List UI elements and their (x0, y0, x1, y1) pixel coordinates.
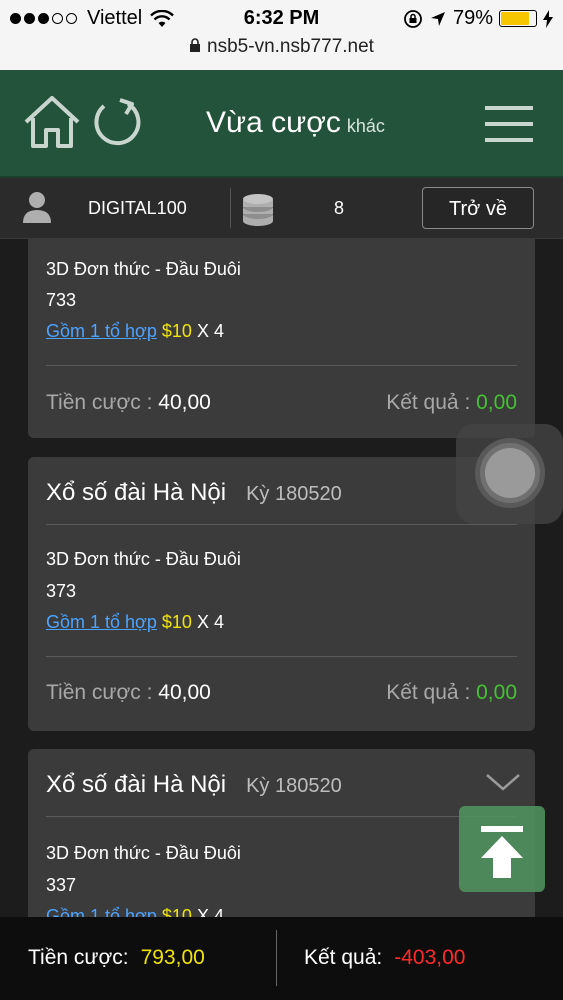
rotation-lock-icon (404, 9, 422, 28)
total-result: Kết quả: -403,00 (304, 946, 465, 970)
divider (46, 816, 517, 817)
period-label: Kỳ 180520 (246, 775, 342, 797)
bet-number: 733 (46, 290, 77, 310)
chevron-down-icon[interactable] (485, 771, 521, 793)
assistive-center (485, 448, 535, 498)
stake-group: Tiền cược : 40,00 (46, 681, 211, 704)
divider (276, 930, 277, 986)
combo-link[interactable]: Gồm 1 tổ hợp (46, 906, 157, 917)
page-title: Vừa cược khác (206, 106, 385, 140)
user-icon (23, 192, 51, 223)
bet-summary: Tiền cược : 40,00 Kết quả : 0,00 (46, 391, 517, 415)
username: DIGITAL100 (88, 198, 187, 218)
period-label: Kỳ 180520 (246, 483, 342, 505)
location-icon (430, 11, 445, 26)
combo-line: Gồm 1 tổ hợp $10 X 4 (46, 906, 224, 917)
battery-icon (499, 10, 537, 27)
page-subtitle: khác (346, 116, 385, 136)
bet-card: 3D Đơn thức - Đầu Đuôi 733 Gồm 1 tổ hợp … (28, 239, 535, 438)
stake-group: Tiền cược : 40,00 (46, 391, 211, 414)
address-bar[interactable]: nsb5-vn.nsb777.net (0, 36, 563, 58)
divider (46, 656, 517, 657)
battery-percent: 79% (452, 7, 493, 29)
bet-type: 3D Đơn thức - Đầu Đuôi (46, 549, 241, 569)
menu-icon[interactable] (485, 106, 533, 142)
multiplier: X 4 (196, 612, 224, 632)
result-group: Kết quả : 0,00 (386, 391, 517, 414)
lock-icon (190, 38, 201, 52)
charging-icon (543, 9, 553, 28)
unit-amount: $10 (161, 906, 192, 917)
divider (46, 365, 517, 366)
result-label: Kết quả (386, 391, 459, 414)
total-stake-value: 793,00 (140, 946, 205, 969)
app-header: Vừa cược khác (0, 70, 563, 178)
stake-label: Tiền cược (46, 391, 141, 414)
total-result-value: -403,00 (394, 946, 466, 969)
bet-summary: Tiền cược : 40,00 Kết quả : 0,00 (46, 681, 517, 705)
total-stake-label: Tiền cược: (28, 946, 129, 969)
combo-line: Gồm 1 tổ hợp $10 X 4 (46, 612, 224, 633)
card-header[interactable]: Xổ số đài Hà Nội Kỳ 180520 (46, 479, 342, 507)
account-bar: DIGITAL100 8 Trở về (0, 178, 563, 239)
result-value: 0,00 (476, 391, 517, 414)
status-right: 79% (403, 7, 553, 30)
divider (230, 188, 231, 228)
home-icon[interactable] (22, 94, 82, 150)
bet-count: 8 (334, 198, 345, 218)
card-header[interactable]: Xổ số đài Hà Nội Kỳ 180520 (46, 771, 342, 799)
arrow-up-icon (481, 826, 523, 878)
divider (46, 524, 517, 525)
bet-type: 3D Đơn thức - Đầu Đuôi (46, 843, 241, 863)
assistive-touch-button[interactable] (456, 424, 563, 524)
refresh-icon[interactable] (90, 94, 144, 148)
result-value: 0,00 (476, 681, 517, 704)
stake-value: 40,00 (158, 681, 211, 704)
scroll-top-button[interactable] (459, 806, 545, 892)
combo-link[interactable]: Gồm 1 tổ hợp (46, 612, 157, 632)
totals-footer: Tiền cược: 793,00 Kết quả: -403,00 (0, 917, 563, 1000)
total-stake: Tiền cược: 793,00 (28, 946, 205, 970)
result-label: Kết quả (386, 681, 459, 704)
result-group: Kết quả : 0,00 (386, 681, 517, 704)
status-bar: Viettel 6:32 PM 79% nsb5-vn.nsb777.net (0, 0, 563, 70)
multiplier: X 4 (196, 321, 224, 341)
combo-line: Gồm 1 tổ hợp $10 X 4 (46, 321, 224, 342)
bet-type: 3D Đơn thức - Đầu Đuôi (46, 259, 241, 279)
combo-link[interactable]: Gồm 1 tổ hợp (46, 321, 157, 341)
unit-amount: $10 (161, 321, 192, 341)
stake-value: 40,00 (158, 391, 211, 414)
lottery-name: Xổ số đài Hà Nội (46, 479, 227, 506)
back-button[interactable]: Trở về (422, 187, 534, 229)
bet-number: 337 (46, 875, 77, 895)
coins-icon (243, 194, 273, 226)
total-result-label: Kết quả: (304, 946, 383, 969)
lottery-name: Xổ số đài Hà Nội (46, 771, 227, 798)
multiplier: X 4 (196, 906, 224, 917)
bet-number: 373 (46, 581, 77, 601)
url-text: nsb5-vn.nsb777.net (207, 36, 374, 57)
stake-label: Tiền cược (46, 681, 141, 704)
page-title-text: Vừa cược (206, 106, 341, 139)
unit-amount: $10 (161, 612, 192, 632)
